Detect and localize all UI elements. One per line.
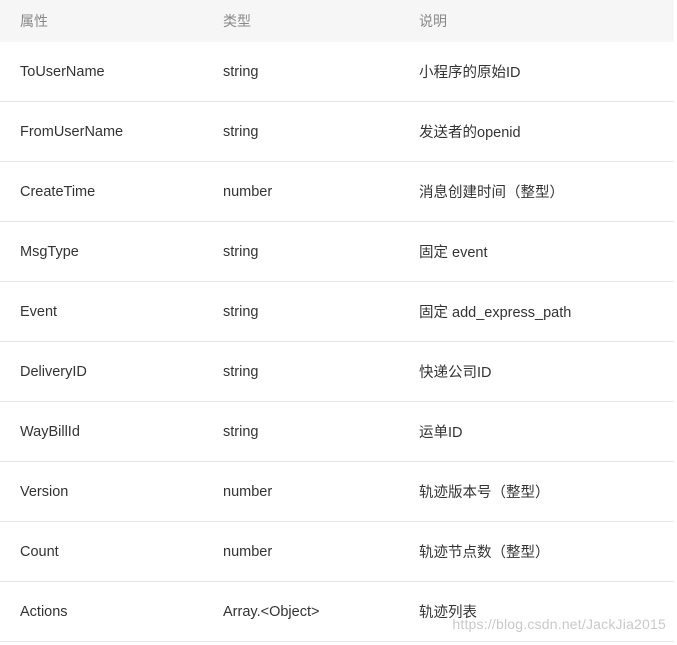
cell-description: 固定 event (419, 245, 488, 261)
cell-description: 小程序的原始ID (419, 65, 521, 81)
table-header: 属性 类型 说明 (0, 0, 674, 42)
table-row: Event string 固定 add_express_path (0, 282, 674, 342)
table-row: WayBillId string 运单ID (0, 402, 674, 462)
header-description: 说明 (419, 13, 447, 29)
header-property: 属性 (20, 13, 48, 29)
cell-property: Version (20, 483, 69, 500)
table-row: Actions Array.<Object> 轨迹列表 (0, 582, 674, 642)
cell-type: string (223, 243, 259, 260)
cell-type: string (223, 363, 259, 380)
cell-description: 固定 add_express_path (419, 305, 572, 321)
cell-property: WayBillId (20, 423, 80, 440)
table-row: FromUserName string 发送者的openid (0, 102, 674, 162)
cell-type: number (223, 543, 273, 560)
table-body: ToUserName string 小程序的原始ID FromUserName … (0, 42, 674, 642)
table-row: Count number 轨迹节点数（整型） (0, 522, 674, 582)
watermark-url: https://blog.csdn.net/JackJia2015 (452, 616, 666, 632)
cell-description: 轨迹版本号（整型） (419, 485, 550, 501)
cell-property: DeliveryID (20, 363, 87, 380)
cell-property: MsgType (20, 243, 79, 260)
cell-type: string (223, 63, 259, 80)
cell-description: 运单ID (419, 425, 463, 441)
cell-type: number (223, 483, 273, 500)
cell-description: 轨迹节点数（整型） (419, 545, 550, 561)
cell-type: string (223, 303, 259, 320)
cell-description: 快递公司ID (419, 365, 492, 381)
table-row: CreateTime number 消息创建时间（整型） (0, 162, 674, 222)
cell-type: number (223, 183, 273, 200)
cell-property: Actions (20, 603, 68, 620)
cell-type: string (223, 423, 259, 440)
property-table: 属性 类型 说明 ToUserName string 小程序的原始ID From… (0, 0, 674, 642)
table-row: Version number 轨迹版本号（整型） (0, 462, 674, 522)
cell-type: Array.<Object> (223, 603, 320, 620)
cell-description: 发送者的openid (419, 125, 521, 141)
table-row: DeliveryID string 快递公司ID (0, 342, 674, 402)
cell-type: string (223, 123, 259, 140)
cell-property: FromUserName (20, 123, 124, 140)
header-type: 类型 (223, 13, 251, 29)
cell-property: ToUserName (20, 63, 105, 80)
cell-property: Event (20, 303, 58, 320)
cell-description: 消息创建时间（整型） (419, 185, 564, 201)
table-row: ToUserName string 小程序的原始ID (0, 42, 674, 102)
cell-property: CreateTime (20, 183, 96, 200)
table-row: MsgType string 固定 event (0, 222, 674, 282)
cell-property: Count (20, 543, 59, 560)
